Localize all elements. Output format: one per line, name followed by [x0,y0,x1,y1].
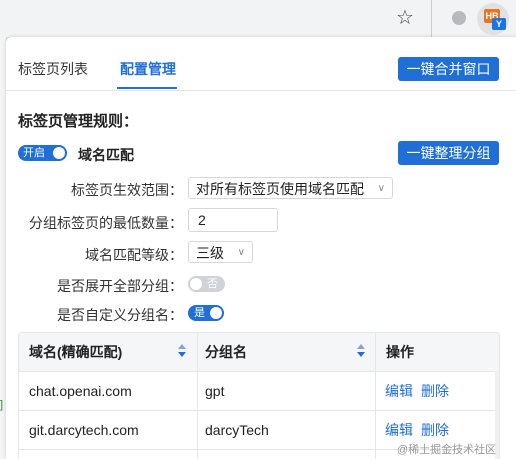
extension-icon[interactable] [452,11,466,25]
watermark: @稀土掘金技术社区 [397,444,497,456]
table-header: 域名(精确匹配) 分组名 操作 [19,333,499,372]
cell-domain: chat.openai.com [29,383,132,399]
tab-config[interactable]: 配置管理 [120,59,176,79]
header-actions: 操作 [386,344,414,360]
cell-domain: git.darcytech.com [29,422,139,438]
domain-match-label: 域名匹配 [78,147,134,163]
chevron-down-icon: ∨ [237,247,245,258]
browser-toolbar: ☆ HB Y [0,0,516,37]
match-level-select-value: 三级 [196,245,224,261]
custom-name-switch-text: 是 [194,307,205,319]
chevron-down-icon: ∨ [377,183,385,194]
match-level-label: 域名匹配等级： [85,247,183,263]
header-domain[interactable]: 域名(精确匹配) [29,333,122,371]
switch-knob [190,278,202,290]
match-level-select[interactable]: 三级 ∨ [188,241,253,263]
switch-knob [53,147,65,159]
cell-group: darcyTech [205,422,269,438]
scope-label: 标签页生效范围： [71,182,183,198]
min-count-input[interactable]: 2 [188,208,278,232]
expand-groups-label: 是否展开全部分组： [57,278,183,294]
custom-name-label: 是否自定义分组名： [57,307,183,323]
domain-match-switch-text: 开启 [23,147,45,159]
bookmark-star-icon[interactable]: ☆ [396,6,414,30]
table-row: chat.openai.com gpt 编辑 删除 [19,372,499,411]
min-count-label: 分组标签页的最低数量： [29,215,183,231]
tab-tab-list[interactable]: 标签页列表 [18,59,88,79]
merge-windows-button[interactable]: 一键合并窗口 [398,57,499,81]
delete-link[interactable]: 删除 [421,372,449,410]
scope-select-value: 对所有标签页使用域名匹配 [196,181,364,197]
background-fragment: ] [0,399,4,411]
section-title: 标签页管理规则： [18,113,139,130]
expand-groups-switch-text: 否 [207,278,218,290]
extension-badge: Y [492,18,506,30]
edit-link[interactable]: 编辑 [385,372,413,410]
active-tab-indicator [117,87,177,89]
sort-icon[interactable] [357,344,365,360]
switch-knob [210,307,222,319]
organize-groups-button[interactable]: 一键整理分组 [398,141,499,165]
header-group[interactable]: 分组名 [205,333,247,371]
tab-bar: 标签页列表 配置管理 一键合并窗口 [6,37,516,91]
sort-icon[interactable] [178,344,186,360]
toolbar-divider [431,0,432,37]
cell-group: gpt [205,383,225,399]
custom-name-switch[interactable]: 是 [188,305,224,321]
extension-popup: 标签页列表 配置管理 一键合并窗口 标签页管理规则： 开启 域名匹配 一键整理分… [6,37,516,459]
expand-groups-switch[interactable]: 否 [188,276,225,292]
scope-select[interactable]: 对所有标签页使用域名匹配 ∨ [188,177,393,199]
domain-match-switch[interactable]: 开启 [18,145,67,161]
domain-rules-table: 域名(精确匹配) 分组名 操作 chat.openai.com gpt 编辑 删… [18,332,500,459]
